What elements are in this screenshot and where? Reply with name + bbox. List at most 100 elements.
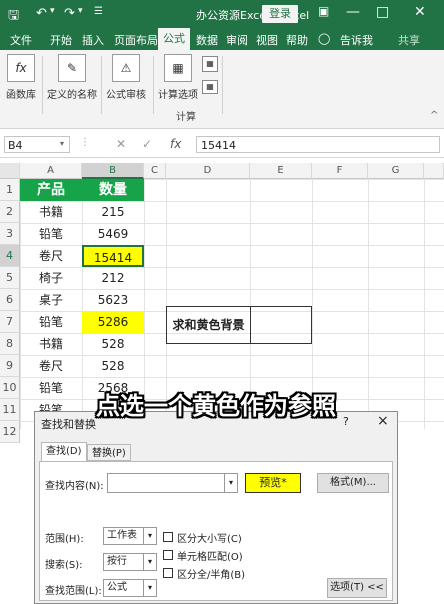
- save-icon[interactable]: 🖫: [8, 6, 19, 28]
- row-header[interactable]: 4: [0, 245, 20, 267]
- select-all-corner[interactable]: [0, 163, 20, 179]
- calc-now-icon[interactable]: ▦: [202, 56, 218, 72]
- calc-options-button[interactable]: ▦ 计算选项: [158, 54, 198, 101]
- row-header[interactable]: 5: [0, 267, 20, 289]
- col-header-f[interactable]: F: [312, 163, 368, 179]
- cell-product[interactable]: 书籍: [20, 333, 82, 355]
- row-header[interactable]: 10: [0, 377, 20, 399]
- ribbon-tabs: 文件 开始 插入 页面布局 公式 数据 审阅 视图 帮助 ◯ 告诉我 共享: [0, 28, 444, 50]
- maximize-icon[interactable]: □: [376, 4, 389, 20]
- col-header-d[interactable]: D: [166, 163, 250, 179]
- cell-qty[interactable]: 5623: [82, 289, 144, 311]
- cell-qty[interactable]: 215: [82, 201, 144, 223]
- cell-product[interactable]: 椅子: [20, 267, 82, 289]
- minimize-icon[interactable]: —: [346, 4, 360, 20]
- chevron-down-icon[interactable]: ▾: [143, 527, 157, 545]
- match-case-checkbox[interactable]: [163, 532, 173, 542]
- col-header-h[interactable]: [424, 163, 444, 179]
- share-button[interactable]: 共享: [398, 32, 420, 48]
- chevron-down-icon[interactable]: ▾: [143, 553, 157, 571]
- format-button[interactable]: 格式(M)...: [317, 473, 389, 493]
- options-button[interactable]: 选项(T) <<: [327, 578, 387, 598]
- col-header-e[interactable]: E: [250, 163, 312, 179]
- col-header-c[interactable]: C: [144, 163, 166, 179]
- cell-product[interactable]: 书籍: [20, 201, 82, 223]
- formula-input[interactable]: 15414: [196, 136, 440, 153]
- calc-group-label: 计算: [176, 112, 196, 123]
- close-icon[interactable]: ×: [377, 413, 389, 429]
- close-icon[interactable]: ✕: [414, 4, 426, 20]
- row-header[interactable]: 9: [0, 355, 20, 377]
- tab-formulas[interactable]: 公式: [158, 28, 190, 50]
- cell-qty[interactable]: 5469: [82, 223, 144, 245]
- cell-product[interactable]: 卷尺: [20, 245, 82, 267]
- title-bar: 🖫 ↶ ▾ ↷ ▾ ☰ 办公资源Excel - Excel 登录 ▣ — □ ✕: [0, 0, 444, 28]
- col-header-b[interactable]: B: [82, 163, 144, 179]
- cell-product[interactable]: 铅笔: [20, 311, 82, 333]
- tab-insert[interactable]: 插入: [82, 32, 104, 48]
- cancel-icon[interactable]: ✕: [116, 137, 126, 151]
- cell-product[interactable]: 铅笔: [20, 377, 82, 399]
- chevron-down-icon[interactable]: ▾: [224, 473, 238, 493]
- undo-icon[interactable]: ↶: [36, 6, 47, 21]
- find-input[interactable]: [107, 473, 225, 493]
- tab-find[interactable]: 查找(D): [41, 442, 87, 462]
- row-header[interactable]: 12: [0, 421, 20, 443]
- help-icon[interactable]: ?: [343, 415, 349, 428]
- tell-me-search[interactable]: 告诉我: [340, 32, 373, 48]
- defined-names-button[interactable]: ✎ 定义的名称: [46, 54, 98, 101]
- tab-replace[interactable]: 替换(P): [87, 444, 131, 461]
- match-case-label: 区分大小写(C): [177, 534, 242, 545]
- selected-cell-b4[interactable]: 15414: [82, 245, 144, 267]
- match-width-checkbox[interactable]: [163, 568, 173, 578]
- format-preview: 预览*: [245, 473, 301, 493]
- row-header[interactable]: 3: [0, 223, 20, 245]
- row-header[interactable]: 6: [0, 289, 20, 311]
- tab-file[interactable]: 文件: [10, 32, 32, 48]
- find-label: 查找内容(N):: [45, 481, 104, 492]
- tab-data[interactable]: 数据: [196, 32, 218, 48]
- function-library-button[interactable]: fx 函数库: [4, 54, 38, 101]
- audit-icon: ⚠: [112, 54, 140, 82]
- redo-dropdown-icon[interactable]: ▾: [78, 6, 83, 16]
- tab-review[interactable]: 审阅: [226, 32, 248, 48]
- tag-icon: ✎: [58, 54, 86, 82]
- find-replace-dialog: 查找和替换 ? × 查找(D) 替换(P) 查找内容(N): ▾ 预览* 格式(…: [34, 411, 398, 604]
- cell-product[interactable]: 桌子: [20, 289, 82, 311]
- customize-toolbar-icon[interactable]: ☰: [94, 6, 103, 17]
- tab-help[interactable]: 帮助: [286, 32, 308, 48]
- collapse-ribbon-icon[interactable]: ^: [430, 110, 438, 121]
- row-header[interactable]: 1: [0, 179, 20, 201]
- tab-page-layout[interactable]: 页面布局: [114, 32, 158, 48]
- cell-product[interactable]: 卷尺: [20, 355, 82, 377]
- row-header[interactable]: 8: [0, 333, 20, 355]
- cell-product[interactable]: 铅笔: [20, 223, 82, 245]
- cell-qty[interactable]: 528: [82, 355, 144, 377]
- redo-icon[interactable]: ↷: [64, 6, 75, 21]
- login-button[interactable]: 登录: [262, 5, 298, 23]
- row-header[interactable]: 11: [0, 399, 20, 421]
- undo-dropdown-icon[interactable]: ▾: [50, 6, 55, 16]
- col-header-a[interactable]: A: [20, 163, 82, 179]
- formula-auditing-button[interactable]: ⚠ 公式审核: [104, 54, 148, 101]
- cell-qty[interactable]: 212: [82, 267, 144, 289]
- chevron-down-icon[interactable]: ▾: [143, 579, 157, 597]
- enter-icon[interactable]: ✓: [142, 137, 152, 151]
- tab-home[interactable]: 开始: [50, 32, 72, 48]
- sum-yellow-label[interactable]: 求和黄色背景: [167, 307, 251, 343]
- row-header[interactable]: 2: [0, 201, 20, 223]
- col-header-g[interactable]: G: [368, 163, 424, 179]
- lookin-label: 查找范围(L):: [45, 586, 102, 597]
- calc-sheet-icon[interactable]: ▦: [202, 80, 218, 94]
- match-cell-checkbox[interactable]: [163, 550, 173, 560]
- row-header[interactable]: 7: [0, 311, 20, 333]
- cell-a1-header[interactable]: 产品: [20, 179, 82, 201]
- cell-qty[interactable]: 528: [82, 333, 144, 355]
- insert-function-icon[interactable]: fx: [170, 137, 181, 151]
- tab-view[interactable]: 视图: [256, 32, 278, 48]
- name-box-dropdown-icon[interactable]: ▾: [60, 139, 64, 148]
- ribbon-display-icon[interactable]: ▣: [318, 4, 329, 18]
- cell-b1-header[interactable]: 数量: [82, 179, 144, 201]
- lightbulb-icon: ◯: [318, 32, 331, 45]
- cell-qty-yellow[interactable]: 5286: [82, 311, 144, 333]
